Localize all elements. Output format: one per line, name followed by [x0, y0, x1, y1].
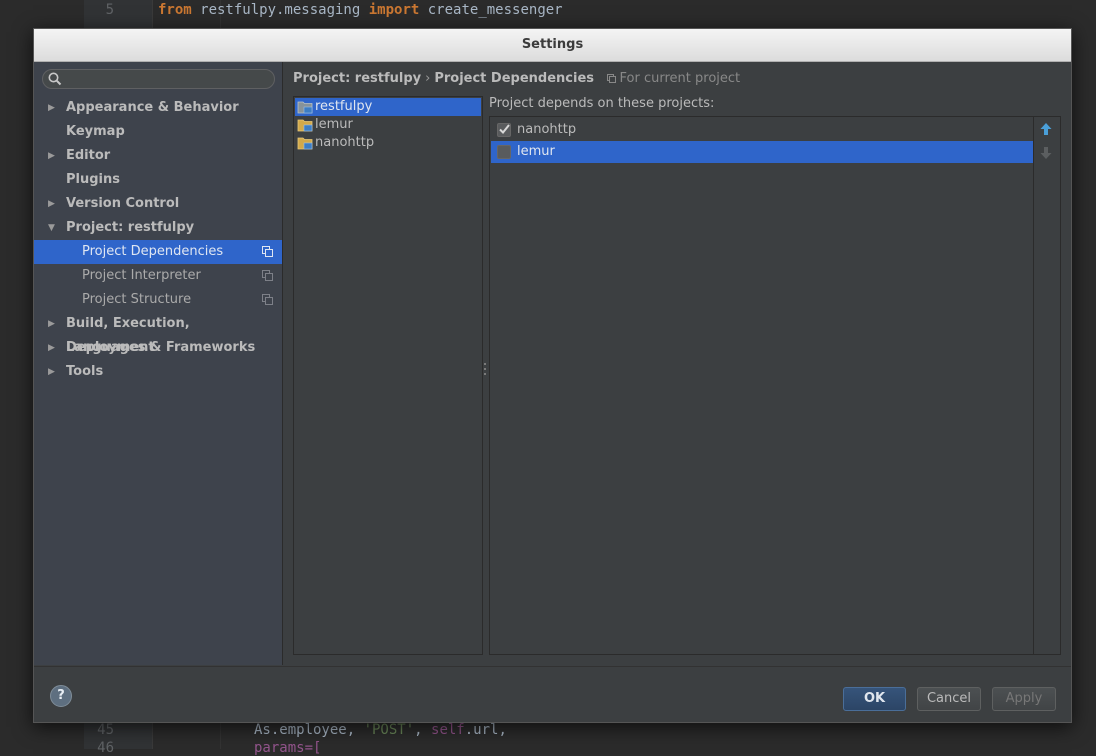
project-folder-icon [297, 119, 313, 132]
project-folder-icon [297, 137, 313, 150]
sidebar-item-appearance[interactable]: ▶ Appearance & Behavior [34, 96, 282, 120]
expand-arrow-icon[interactable]: ▶ [48, 144, 55, 168]
settings-content: Project: restfulpy › Project Dependencies … [283, 62, 1071, 665]
search-input[interactable] [42, 69, 275, 89]
move-up-icon[interactable] [1039, 122, 1053, 136]
sidebar-item-plugins[interactable]: Plugins [34, 168, 282, 192]
sidebar-item-editor[interactable]: ▶ Editor [34, 144, 282, 168]
sidebar-item-build[interactable]: ▶ Build, Execution, Deployment [34, 312, 282, 355]
code-line: 5 from restfulpy.messaging import create_… [105, 2, 563, 18]
dependency-row-lemur[interactable]: lemur [491, 141, 1033, 163]
sidebar-item-version-control[interactable]: ▶ Version Control [34, 192, 282, 216]
sidebar-item-project-structure[interactable]: Project Structure [34, 288, 282, 312]
expand-arrow-icon[interactable]: ▶ [48, 192, 55, 216]
expand-arrow-icon[interactable]: ▶ [48, 336, 55, 360]
expand-arrow-icon[interactable]: ▶ [48, 96, 55, 120]
sidebar-item-keymap[interactable]: Keymap [34, 120, 282, 144]
settings-dialog: Settings ▶ Appearance & Behavior Keymap … [33, 28, 1072, 723]
dependency-row-nanohttp[interactable]: nanohttp [491, 119, 1033, 141]
code-line: 46 params=[ [97, 740, 322, 756]
sidebar-item-languages[interactable]: ▶ Languages & Frameworks [34, 336, 282, 360]
project-folder-icon [297, 101, 313, 114]
expand-arrow-icon[interactable]: ▶ [48, 360, 55, 384]
expand-arrow-icon[interactable]: ▶ [48, 312, 55, 336]
projects-list: restfulpy lemur nanohttp [293, 96, 483, 655]
scope-hint: For current project [606, 71, 740, 86]
project-item-restfulpy[interactable]: restfulpy [295, 98, 481, 116]
dependency-checkbox[interactable] [497, 145, 511, 159]
sidebar-item-tools[interactable]: ▶ Tools [34, 360, 282, 384]
apply-button[interactable]: Apply [992, 687, 1056, 711]
breadcrumb-current: Project Dependencies [434, 71, 594, 86]
ok-button[interactable]: OK [843, 687, 906, 711]
project-item-nanohttp[interactable]: nanohttp [295, 134, 481, 152]
dependency-checkbox[interactable] [497, 123, 511, 137]
breadcrumb: Project: restfulpy › Project Dependencies … [293, 70, 740, 88]
project-scope-icon [606, 74, 616, 83]
search-icon [48, 72, 62, 86]
dependencies-label: Project depends on these projects: [489, 96, 715, 111]
breadcrumb-separator: › [425, 71, 431, 86]
drag-handle-icon [484, 363, 486, 375]
project-item-lemur[interactable]: lemur [295, 116, 481, 134]
splitter-handle[interactable] [483, 362, 487, 376]
project-scope-icon [262, 246, 273, 257]
cancel-button[interactable]: Cancel [917, 687, 981, 711]
sidebar-item-project-dependencies[interactable]: Project Dependencies [34, 240, 282, 264]
project-scope-icon [262, 270, 273, 281]
breadcrumb-parent[interactable]: Project: restfulpy [293, 71, 421, 86]
sidebar-item-project-interpreter[interactable]: Project Interpreter [34, 264, 282, 288]
dependencies-list: nanohttp lemur [489, 116, 1061, 655]
dialog-footer: ? OK Cancel Apply [34, 666, 1071, 723]
dependencies-table: nanohttp lemur [490, 117, 1034, 654]
code-line: 45 As.employee, 'POST', self.url, [97, 722, 507, 738]
checkmark-icon [499, 124, 510, 134]
sidebar-item-project[interactable]: ▼ Project: restfulpy [34, 216, 282, 240]
project-scope-icon [262, 294, 273, 305]
help-button[interactable]: ? [50, 685, 72, 707]
collapse-arrow-icon[interactable]: ▼ [48, 216, 55, 240]
dialog-title[interactable]: Settings [34, 29, 1071, 62]
move-down-icon[interactable] [1039, 146, 1053, 160]
settings-sidebar: ▶ Appearance & Behavior Keymap ▶ Editor … [34, 62, 283, 665]
